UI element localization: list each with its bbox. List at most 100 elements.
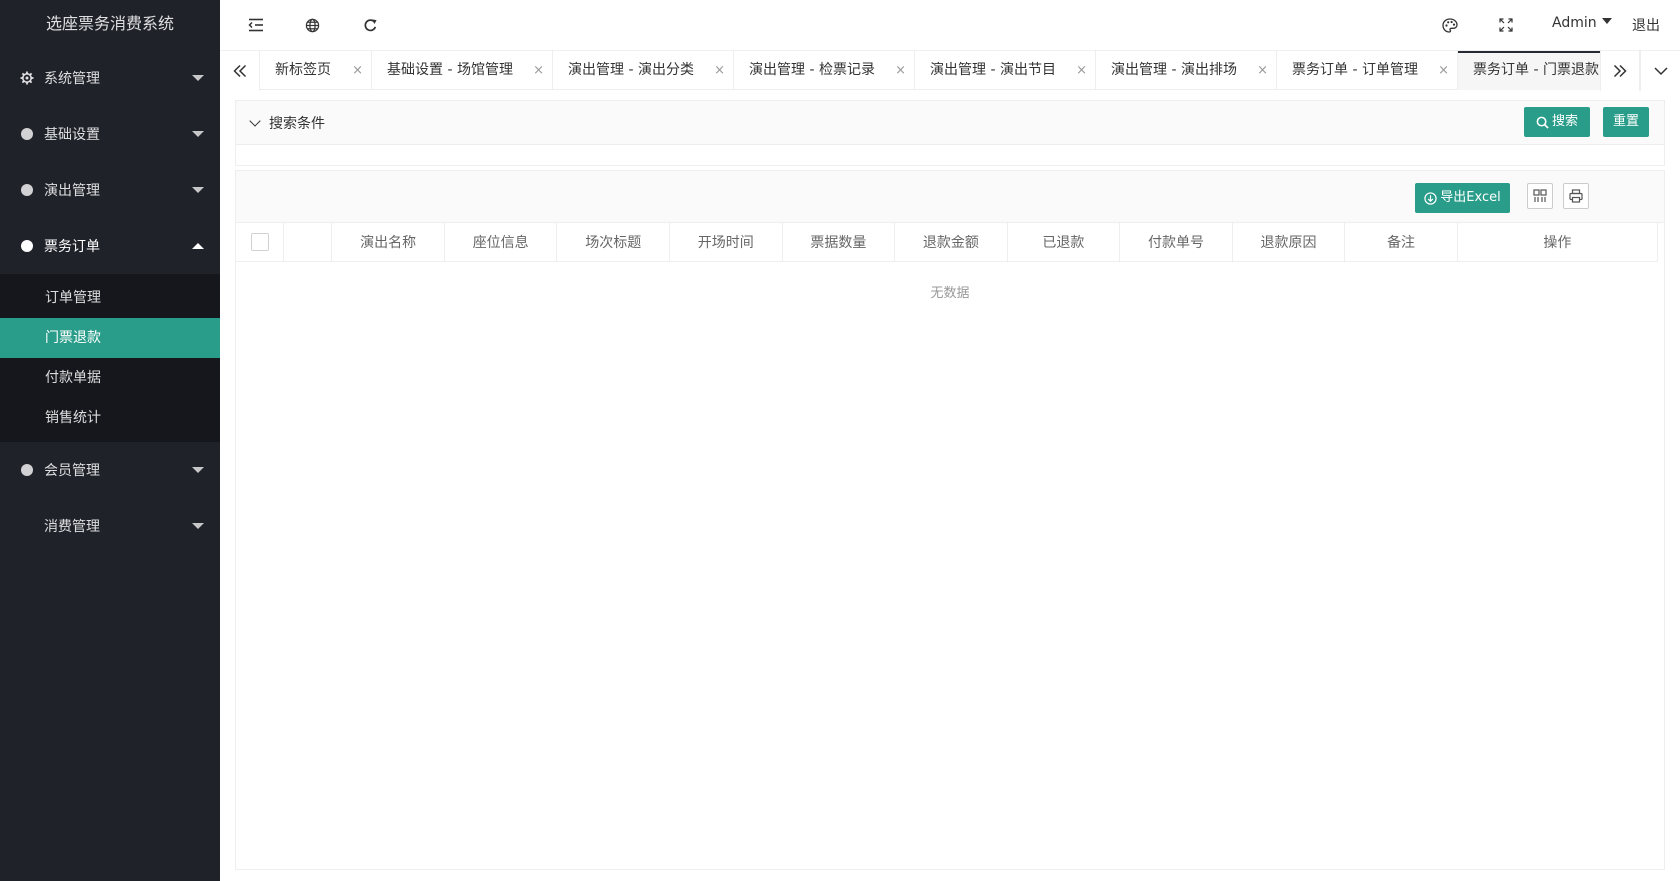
tab-label: 基础设置 - 场馆管理 xyxy=(387,62,513,78)
select-all-cell xyxy=(236,223,285,262)
sidebar-item-label: 演出管理 xyxy=(44,183,100,199)
export-button-label: 导出Excel xyxy=(1440,190,1501,205)
fullscreen-icon[interactable] xyxy=(1494,13,1518,37)
refund-table: 演出名称 座位信息 场次标题 开场时间 票据数量 退款金额 已退款 付款单号 退… xyxy=(236,223,1659,262)
caret-up-icon xyxy=(192,243,204,249)
globe-icon[interactable] xyxy=(300,13,324,37)
tabs-scroll-left-icon[interactable] xyxy=(220,51,260,91)
tab-label: 票务订单 - 订单管理 xyxy=(1292,62,1418,78)
sidebar-item-label: 基础设置 xyxy=(44,127,100,143)
reset-button[interactable]: 重置 xyxy=(1603,107,1649,137)
column-header[interactable]: 退款原因 xyxy=(1232,223,1346,262)
tab-new[interactable]: 新标签页 × xyxy=(260,51,372,90)
circle-icon xyxy=(20,239,34,253)
submenu-ticket-orders: 订单管理 门票退款 付款单据 销售统计 xyxy=(0,274,220,442)
menu-collapse-icon[interactable] xyxy=(244,13,268,37)
sidebar-item-basic-settings[interactable]: 基础设置 xyxy=(0,106,220,162)
table-panel: 导出Excel 演出名称 座位信息 场次标题 开场时间 票据数量 退款金额 已退… xyxy=(235,170,1665,870)
logout-link[interactable]: 退出 xyxy=(1632,15,1660,35)
tab-ticket-check-records[interactable]: 演出管理 - 检票记录 × xyxy=(734,51,915,90)
column-header[interactable]: 座位信息 xyxy=(444,223,558,262)
column-header[interactable]: 演出名称 xyxy=(331,223,445,262)
sidebar-item-performance[interactable]: 演出管理 xyxy=(0,162,220,218)
tab-label: 演出管理 - 演出节目 xyxy=(930,62,1056,78)
column-header[interactable]: 退款金额 xyxy=(894,223,1008,262)
circle-icon xyxy=(20,127,34,141)
sidebar: 选座票务消费系统 系统管理 基础设置 演出管理 票务订单 订单管理 门票退款 付… xyxy=(0,0,220,881)
tab-label: 演出管理 - 检票记录 xyxy=(749,62,875,78)
sidebar-item-system[interactable]: 系统管理 xyxy=(0,50,220,106)
tabs-scroll-right-icon[interactable] xyxy=(1600,51,1640,91)
caret-down-icon xyxy=(192,75,204,81)
column-header[interactable]: 开场时间 xyxy=(669,223,783,262)
search-panel: 搜索条件 搜索 重置 xyxy=(235,100,1665,166)
sidebar-item-label: 票务订单 xyxy=(44,239,100,255)
tab-performance-schedule[interactable]: 演出管理 - 演出排场 × xyxy=(1096,51,1277,90)
tab-label: 新标签页 xyxy=(275,62,331,78)
sidebar-item-label: 会员管理 xyxy=(44,463,100,479)
caret-down-icon xyxy=(192,131,204,137)
column-header[interactable]: 场次标题 xyxy=(556,223,671,262)
caret-down-icon xyxy=(192,187,204,193)
close-icon[interactable]: × xyxy=(714,51,725,90)
sidebar-subitem-order-management[interactable]: 订单管理 xyxy=(0,278,220,318)
chevron-down-icon xyxy=(249,115,261,127)
theme-palette-icon[interactable] xyxy=(1438,13,1462,37)
empty-state: 无数据 xyxy=(930,285,970,301)
search-icon xyxy=(1536,116,1549,129)
column-header[interactable]: 票据数量 xyxy=(782,223,896,262)
close-icon[interactable]: × xyxy=(1257,51,1268,90)
search-toggle[interactable]: 搜索条件 xyxy=(249,113,325,133)
search-button[interactable]: 搜索 xyxy=(1524,107,1590,137)
close-icon[interactable]: × xyxy=(1076,51,1087,90)
index-header xyxy=(283,223,333,262)
refresh-icon[interactable] xyxy=(358,13,382,37)
select-all-checkbox[interactable] xyxy=(250,232,269,251)
tab-performance-programs[interactable]: 演出管理 - 演出节目 × xyxy=(915,51,1096,90)
sidebar-item-label: 消费管理 xyxy=(44,519,100,535)
column-header[interactable]: 备注 xyxy=(1344,223,1458,262)
sidebar-subitem-ticket-refund[interactable]: 门票退款 xyxy=(0,318,220,358)
tab-performance-category[interactable]: 演出管理 - 演出分类 × xyxy=(553,51,734,90)
circle-icon xyxy=(20,183,34,197)
tab-label: 演出管理 - 演出排场 xyxy=(1111,62,1237,78)
tab-bar: 新标签页 × 基础设置 - 场馆管理 × 演出管理 - 演出分类 × 演出管理 - 检… xyxy=(220,50,1680,91)
column-header[interactable]: 已退款 xyxy=(1007,223,1121,262)
table-toolbar: 导出Excel xyxy=(236,171,1664,223)
search-button-label: 搜索 xyxy=(1551,114,1578,129)
search-title: 搜索条件 xyxy=(269,116,325,132)
blank-icon xyxy=(20,519,34,533)
sidebar-item-ticket-orders[interactable]: 票务订单 xyxy=(0,218,220,274)
sidebar-subitem-payment-receipts[interactable]: 付款单据 xyxy=(0,358,220,398)
user-name: Admin xyxy=(1552,15,1597,31)
column-header[interactable]: 操作 xyxy=(1457,223,1659,262)
tab-order-management[interactable]: 票务订单 - 订单管理 × xyxy=(1277,51,1458,90)
circle-icon xyxy=(20,463,34,477)
user-menu[interactable]: Admin xyxy=(1552,15,1612,31)
tab-label: 票务订单 - 门票退款 xyxy=(1473,62,1599,78)
export-excel-button[interactable]: 导出Excel xyxy=(1415,183,1510,213)
close-icon[interactable]: × xyxy=(895,51,906,90)
top-header: Admin 退出 xyxy=(220,0,1680,50)
sidebar-subitem-sales-statistics[interactable]: 销售统计 xyxy=(0,398,220,438)
sidebar-item-members[interactable]: 会员管理 xyxy=(0,442,220,498)
caret-down-icon xyxy=(192,467,204,473)
tab-ticket-refund[interactable]: 票务订单 - 门票退款 xyxy=(1458,51,1605,90)
gear-icon xyxy=(20,71,34,85)
close-icon[interactable]: × xyxy=(533,51,544,90)
tab-list: 新标签页 × 基础设置 - 场馆管理 × 演出管理 - 演出分类 × 演出管理 - 检… xyxy=(260,51,1605,91)
close-icon[interactable]: × xyxy=(352,51,363,90)
tab-label: 演出管理 - 演出分类 xyxy=(568,62,694,78)
caret-down-icon xyxy=(192,523,204,529)
download-icon xyxy=(1424,191,1437,205)
columns-filter-icon[interactable] xyxy=(1527,183,1553,209)
tab-venue-management[interactable]: 基础设置 - 场馆管理 × xyxy=(372,51,553,90)
app-title: 选座票务消费系统 xyxy=(45,14,174,33)
column-header[interactable]: 付款单号 xyxy=(1119,223,1233,262)
sidebar-item-label: 系统管理 xyxy=(44,71,100,87)
print-icon[interactable] xyxy=(1563,183,1589,209)
search-panel-header: 搜索条件 搜索 重置 xyxy=(236,101,1664,145)
close-icon[interactable]: × xyxy=(1438,51,1449,90)
tabs-dropdown-icon[interactable] xyxy=(1640,51,1680,91)
sidebar-item-consumption[interactable]: 消费管理 xyxy=(0,498,220,554)
